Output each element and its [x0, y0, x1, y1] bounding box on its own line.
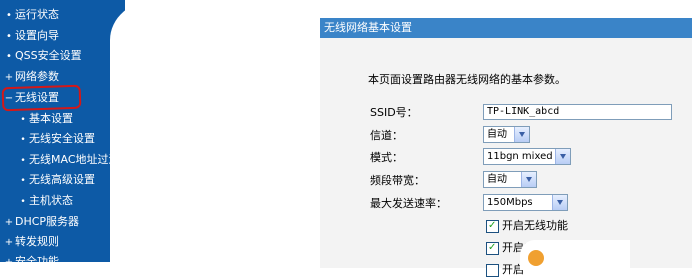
ssid-input[interactable]: TP-LINK_abcd: [483, 104, 672, 120]
sidebar-item-wireless-advanced[interactable]: • 无线高级设置: [18, 170, 95, 190]
sidebar-curve-decoration: [110, 0, 170, 262]
chevron-down-icon[interactable]: [552, 195, 567, 210]
sidebar-item-label: 无线高级设置: [29, 173, 95, 186]
sidebar-item-wireless-security[interactable]: • 无线安全设置: [18, 129, 95, 149]
sidebar-item-network-params[interactable]: + 网络参数: [4, 67, 59, 87]
ssid-label: SSID号：: [370, 106, 418, 119]
sidebar-item-label: 网络参数: [15, 70, 59, 83]
enable-ssid-broadcast-checkbox[interactable]: [486, 240, 499, 256]
enable-wireless-checkbox[interactable]: [486, 218, 499, 234]
bandwidth-label: 频段带宽：: [370, 174, 425, 187]
sidebar-item-label: 无线安全设置: [29, 132, 95, 145]
chevron-down-icon[interactable]: [514, 127, 529, 142]
sidebar-item-dhcp-server[interactable]: + DHCP服务器: [4, 212, 79, 232]
sidebar-item-mac-filter[interactable]: • 无线MAC地址过滤: [18, 150, 120, 170]
sidebar-item-label: QSS安全设置: [15, 49, 82, 62]
bandwidth-select-value: 自动: [487, 174, 507, 185]
max-rate-select-value: 150Mbps: [487, 197, 533, 208]
channel-select[interactable]: 自动: [483, 126, 530, 143]
max-rate-select[interactable]: 150Mbps: [483, 194, 568, 211]
bandwidth-select[interactable]: 自动: [483, 171, 537, 188]
mode-select[interactable]: 11bgn mixed: [483, 148, 571, 165]
sidebar-item-label: 基本设置: [29, 112, 73, 125]
sidebar-item-qss-security[interactable]: • QSS安全设置: [4, 46, 82, 66]
sidebar-item-label: 主机状态: [29, 194, 73, 207]
chevron-down-icon[interactable]: [555, 149, 570, 164]
third-option-checkbox-row[interactable]: 开启: [486, 262, 524, 278]
panel-body: 本页面设置路由器无线网络的基本参数。 SSID号： TP-LINK_abcd 信…: [320, 38, 692, 277]
sidebar-item-label: 运行状态: [15, 8, 59, 21]
sidebar-item-label: 设置向导: [15, 29, 59, 42]
sidebar-item-label: 转发规则: [15, 235, 59, 248]
mode-select-value: 11bgn mixed: [487, 151, 553, 162]
sidebar-item-run-status[interactable]: • 运行状态: [4, 5, 59, 25]
sidebar-item-basic-settings[interactable]: • 基本设置: [18, 109, 73, 129]
channel-select-value: 自动: [487, 129, 507, 140]
wireless-basic-settings-panel: 无线网络基本设置 本页面设置路由器无线网络的基本参数。 SSID号： TP-LI…: [320, 18, 692, 277]
sidebar-item-label: DHCP服务器: [15, 215, 80, 228]
channel-label: 信道：: [370, 129, 403, 142]
mode-label: 模式：: [370, 151, 403, 164]
panel-title: 无线网络基本设置: [320, 18, 692, 38]
third-option-checkbox[interactable]: [486, 263, 499, 277]
sidebar-item-host-status[interactable]: • 主机状态: [18, 191, 73, 211]
enable-wireless-label: 开启无线功能: [502, 219, 568, 232]
red-highlight-annotation: [1, 84, 82, 112]
max-rate-label: 最大发送速率：: [370, 197, 447, 210]
sidebar-item-setup-wizard[interactable]: • 设置向导: [4, 26, 59, 46]
sidebar-item-security-functions[interactable]: + 安全功能: [4, 252, 59, 272]
panel-description: 本页面设置路由器无线网络的基本参数。: [368, 73, 566, 86]
sidebar-item-label: 无线MAC地址过滤: [29, 153, 120, 166]
sidebar-item-forwarding-rules[interactable]: + 转发规则: [4, 232, 59, 252]
enable-wireless-checkbox-row[interactable]: 开启无线功能: [486, 218, 568, 234]
chevron-down-icon[interactable]: [521, 172, 536, 187]
watermark-logo-icon: [528, 250, 544, 266]
